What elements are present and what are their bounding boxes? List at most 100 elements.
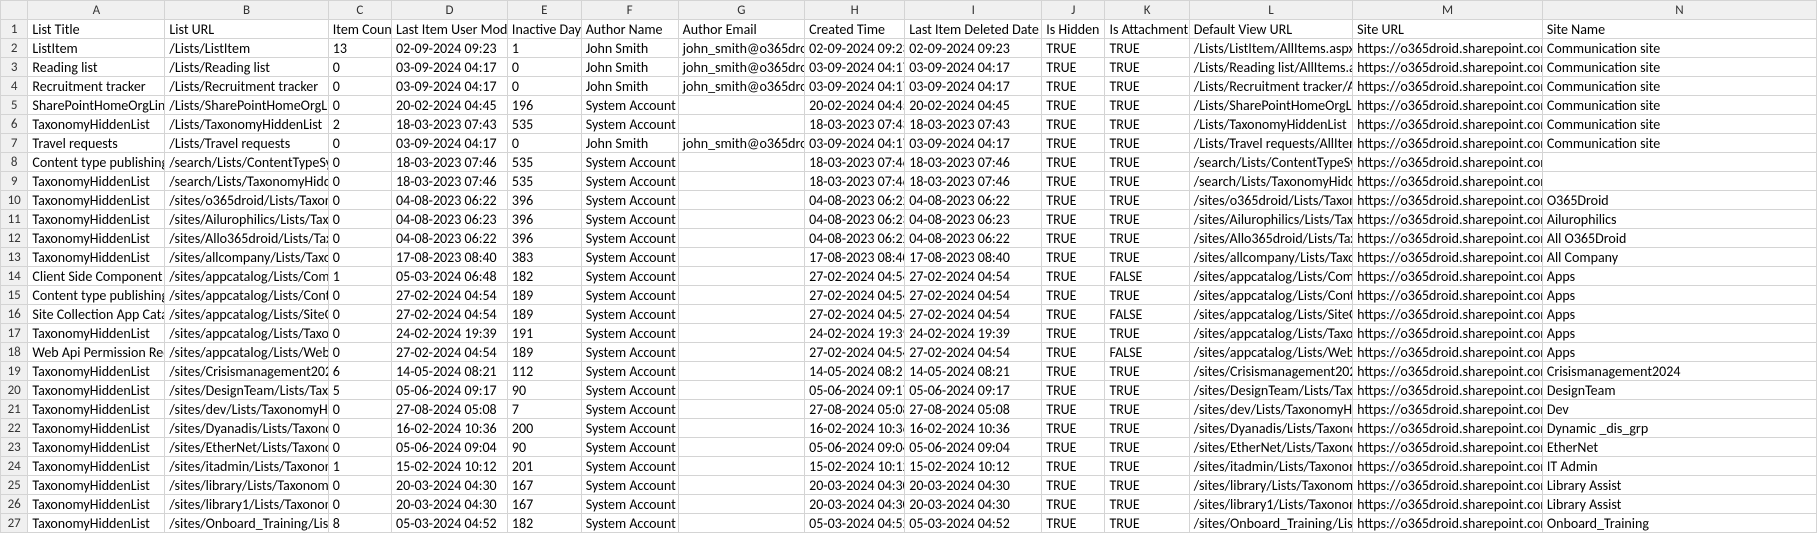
cell[interactable]	[678, 115, 804, 134]
cell[interactable]: 18-03-2023 07:43	[905, 115, 1042, 134]
cell[interactable]: 112	[507, 362, 581, 381]
cell[interactable]: Last Item User Modified Date	[392, 20, 508, 39]
cell[interactable]: TaxonomyHiddenList	[28, 191, 165, 210]
cell[interactable]: 0	[328, 343, 391, 362]
cell[interactable]: /Lists/Reading list/AllItems.aspx	[1189, 58, 1352, 77]
cell[interactable]: /sites/appcatalog/Lists/ContentTypeSyncL…	[165, 286, 328, 305]
cell[interactable]: https://o365droid.sharepoint.com	[1353, 457, 1543, 476]
cell[interactable]: /Lists/Travel requests	[165, 134, 328, 153]
cell[interactable]: Apps	[1542, 324, 1816, 343]
cell[interactable]: 0	[328, 153, 391, 172]
cell[interactable]: TaxonomyHiddenList	[28, 210, 165, 229]
cell[interactable]: /Lists/Recruitment tracker/AllItems.aspx	[1189, 77, 1352, 96]
cell[interactable]: https://o365droid.sharepoint.com	[1353, 58, 1543, 77]
cell[interactable]: /sites/appcatalog/Lists/SiteCollectionAp…	[1189, 305, 1352, 324]
cell[interactable]: /Lists/Reading list	[165, 58, 328, 77]
cell[interactable]: https://o365droid.sharepoint.com	[1353, 324, 1543, 343]
cell[interactable]: Apps	[1542, 305, 1816, 324]
cell[interactable]	[678, 210, 804, 229]
cell[interactable]: TRUE	[1042, 153, 1105, 172]
cell[interactable]: TRUE	[1042, 96, 1105, 115]
col-header-K[interactable]: K	[1105, 1, 1189, 20]
cell[interactable]: /sites/Ailurophilics/Lists/TaxonomyHidde…	[1189, 210, 1352, 229]
cell[interactable]	[678, 153, 804, 172]
cell[interactable]: https://o365droid.sharepoint.com	[1353, 381, 1543, 400]
cell[interactable]: 04-08-2023 06:22	[392, 229, 508, 248]
cell[interactable]: TRUE	[1105, 476, 1189, 495]
cell[interactable]: TaxonomyHiddenList	[28, 381, 165, 400]
cell[interactable]: 02-09-2024 09:23	[805, 39, 905, 58]
cell[interactable]: 14-05-2024 08:21	[805, 362, 905, 381]
cell[interactable]: 27-02-2024 04:54	[905, 267, 1042, 286]
cell[interactable]: System Account	[581, 305, 678, 324]
cell[interactable]: 535	[507, 172, 581, 191]
cell[interactable]: /sites/o365droid/Lists/TaxonomyHiddenLis…	[1189, 191, 1352, 210]
col-header-B[interactable]: B	[165, 1, 328, 20]
cell[interactable]: System Account	[581, 400, 678, 419]
cell[interactable]: /sites/allcompany/Lists/TaxonomyHiddenLi…	[1189, 248, 1352, 267]
cell[interactable]: https://o365droid.sharepoint.com	[1353, 514, 1543, 533]
cell[interactable]: https://o365droid.sharepoint.com	[1353, 96, 1543, 115]
cell[interactable]: Author Name	[581, 20, 678, 39]
cell[interactable]: FALSE	[1105, 267, 1189, 286]
cell[interactable]: /sites/o365droid/Lists/TaxonomyHiddenLis…	[165, 191, 328, 210]
cell[interactable]: https://o365droid.sharepoint.com	[1353, 362, 1543, 381]
row-header[interactable]: 16	[1, 305, 28, 324]
row-header[interactable]: 15	[1, 286, 28, 305]
cell[interactable]: Dynamic _dis_grp	[1542, 419, 1816, 438]
cell[interactable]: TaxonomyHiddenList	[28, 229, 165, 248]
cell[interactable]: 05-03-2024 06:48	[392, 267, 508, 286]
cell[interactable]: Communication site	[1542, 115, 1816, 134]
cell[interactable]: 0	[328, 419, 391, 438]
cell[interactable]	[1542, 153, 1816, 172]
cell[interactable]: FALSE	[1105, 305, 1189, 324]
cell[interactable]: 0	[328, 77, 391, 96]
cell[interactable]: 200	[507, 419, 581, 438]
cell[interactable]: TaxonomyHiddenList	[28, 248, 165, 267]
row-header[interactable]: 10	[1, 191, 28, 210]
cell[interactable]: /Lists/ListItem	[165, 39, 328, 58]
cell[interactable]: 02-09-2024 09:23	[905, 39, 1042, 58]
cell[interactable]: 24-02-2024 19:39	[905, 324, 1042, 343]
cell[interactable]: Library Assist	[1542, 476, 1816, 495]
cell[interactable]: 5	[328, 381, 391, 400]
cell[interactable]: https://o365droid.sharepoint.com	[1353, 495, 1543, 514]
row-header[interactable]: 13	[1, 248, 28, 267]
cell[interactable]: Created Time	[805, 20, 905, 39]
cell[interactable]: /sites/EtherNet/Lists/TaxonomyHiddenList	[1189, 438, 1352, 457]
cell[interactable]: /Lists/TaxonomyHiddenList	[165, 115, 328, 134]
cell[interactable]: /search/Lists/ContentTypeSyncLog	[1189, 153, 1352, 172]
cell[interactable]: TRUE	[1105, 457, 1189, 476]
cell[interactable]: Item Count	[328, 20, 391, 39]
cell[interactable]: /Lists/ListItem/AllItems.aspx	[1189, 39, 1352, 58]
col-header-C[interactable]: C	[328, 1, 391, 20]
cell[interactable]: SharePointHomeOrgLinks	[28, 96, 165, 115]
cell[interactable]: 04-08-2023 06:23	[905, 210, 1042, 229]
cell[interactable]: /sites/Crisismanagement2024	[1189, 362, 1352, 381]
row-header[interactable]: 25	[1, 476, 28, 495]
cell[interactable]: /sites/appcatalog/Lists/ComponentManifes…	[165, 267, 328, 286]
cell[interactable]: 05-06-2024 09:17	[905, 381, 1042, 400]
cell[interactable]: TRUE	[1042, 514, 1105, 533]
cell[interactable]: 03-09-2024 04:17	[805, 134, 905, 153]
cell[interactable]: O365Droid	[1542, 191, 1816, 210]
cell[interactable]: /sites/EtherNet/Lists/TaxonomyHiddenList	[165, 438, 328, 457]
cell[interactable]: 20-03-2024 04:30	[392, 495, 508, 514]
row-header[interactable]: 12	[1, 229, 28, 248]
cell[interactable]: 27-02-2024 04:54	[905, 343, 1042, 362]
cell[interactable]: 0	[328, 324, 391, 343]
cell[interactable]: 396	[507, 210, 581, 229]
cell[interactable]: TRUE	[1105, 248, 1189, 267]
cell[interactable]: 20-02-2024 04:45	[392, 96, 508, 115]
cell[interactable]: 27-08-2024 05:08	[905, 400, 1042, 419]
cell[interactable]: john_smith@o365droid.com	[678, 39, 804, 58]
cell[interactable]: 18-03-2023 07:46	[905, 153, 1042, 172]
cell[interactable]: Communication site	[1542, 134, 1816, 153]
cell[interactable]: TaxonomyHiddenList	[28, 438, 165, 457]
cell[interactable]: TRUE	[1042, 362, 1105, 381]
cell[interactable]: All O365Droid	[1542, 229, 1816, 248]
cell[interactable]: Default View URL	[1189, 20, 1352, 39]
row-header[interactable]: 19	[1, 362, 28, 381]
cell[interactable]: /sites/appcatalog/Lists/ContentTypeSyncL…	[1189, 286, 1352, 305]
cell[interactable]	[678, 96, 804, 115]
